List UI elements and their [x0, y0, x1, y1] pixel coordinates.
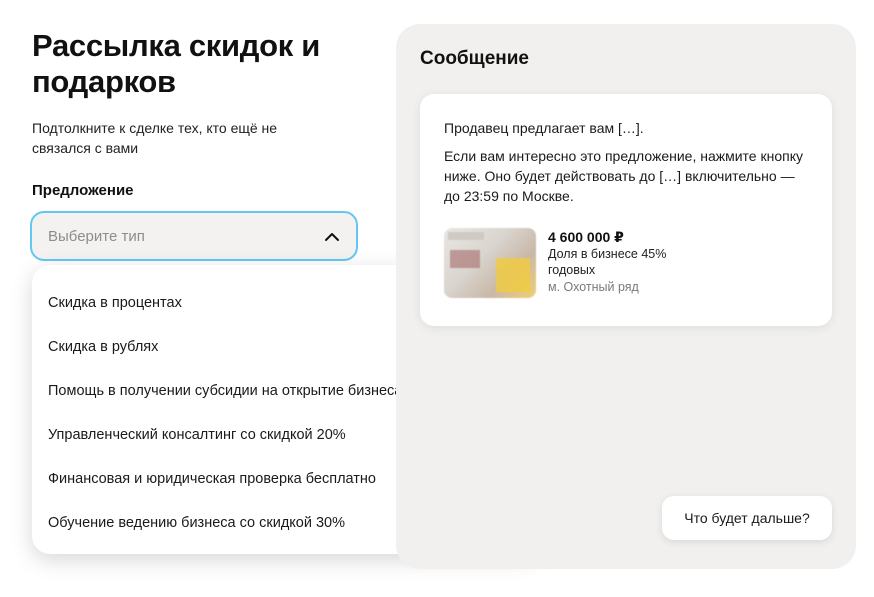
- message-card: Продавец предлагает вам […]. Если вам ин…: [420, 94, 832, 326]
- listing-price: 4 600 000 ₽: [548, 229, 624, 245]
- listing-description: Доля в бизнесе 45% годовых: [548, 247, 667, 277]
- select-placeholder: Выберите тип: [48, 227, 145, 245]
- message-line-offer: Продавец предлагает вам […].: [444, 120, 644, 136]
- listing-metro: м. Охотный ряд: [548, 280, 639, 294]
- page-title: Рассылка скидок и подарков: [32, 28, 321, 99]
- offer-label: Предложение: [32, 182, 134, 199]
- panel-title: Сообщение: [420, 48, 529, 69]
- message-line-details: Если вам интересно это предложение, нажм…: [444, 148, 803, 204]
- what-next-button[interactable]: Что будет дальше?: [662, 496, 832, 540]
- listing-thumbnail: [444, 228, 536, 298]
- page-subtitle: Подтолкните к сделке тех, кто ещё не свя…: [32, 120, 278, 156]
- listing-preview: 4 600 000 ₽ Доля в бизнесе 45% годовых м…: [444, 228, 688, 298]
- listing-info: 4 600 000 ₽ Доля в бизнесе 45% годовых м…: [548, 228, 688, 298]
- left-column: Рассылка скидок и подарков Подтолкните к…: [32, 28, 372, 199]
- offer-type-select[interactable]: Выберите тип: [30, 211, 358, 261]
- chevron-up-icon[interactable]: [324, 228, 340, 244]
- message-preview-panel: Сообщение Продавец предлагает вам […]. Е…: [396, 24, 856, 569]
